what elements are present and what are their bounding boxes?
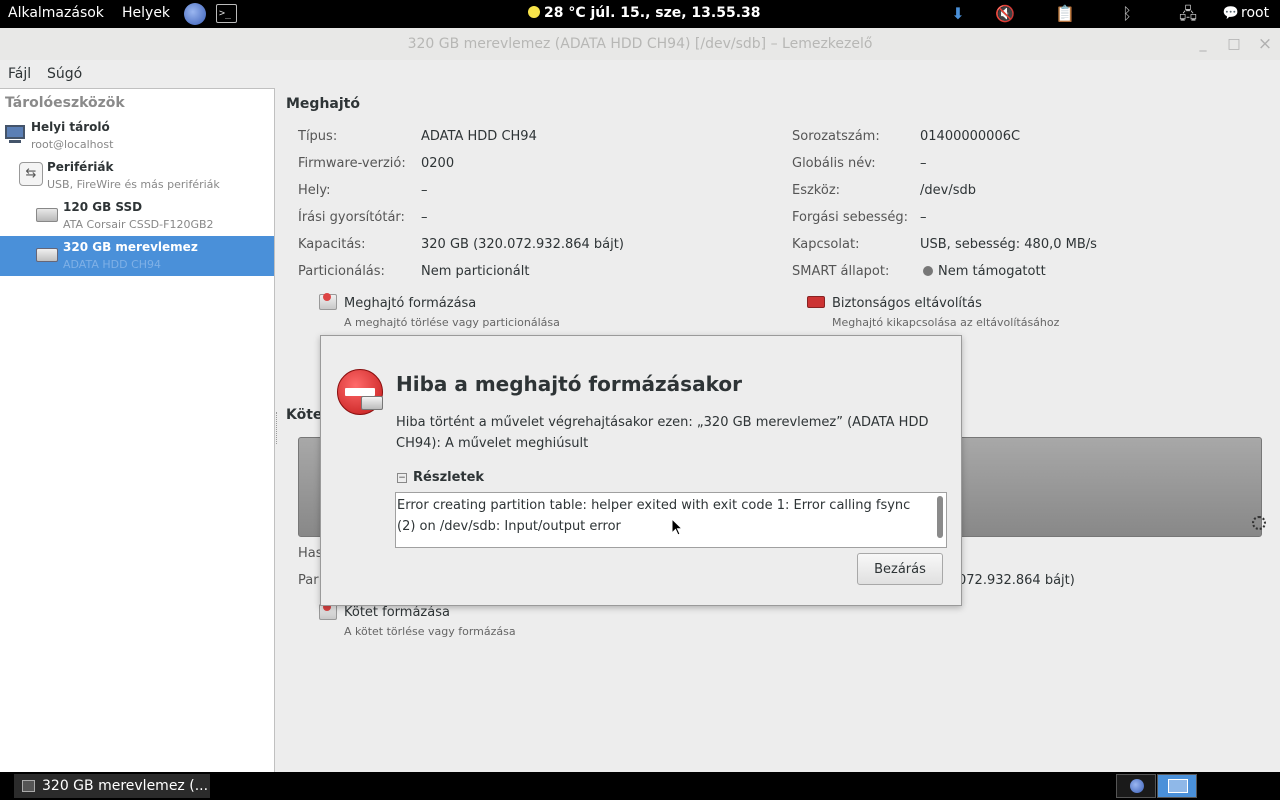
capacity-label: Kapacitás: <box>298 237 366 252</box>
sidebar-item-label: 320 GB merevlemez <box>63 240 198 254</box>
drive-section-title: Meghajtó <box>286 96 360 112</box>
sidebar-title: Tárolóeszközök <box>5 95 125 111</box>
rotation-label: Forgási sebesség: <box>792 210 909 225</box>
mouse-pointer-icon <box>671 518 683 536</box>
weather-sun-icon <box>528 6 540 18</box>
sidebar-item-label: Helyi tároló <box>31 120 110 134</box>
wwn-value: – <box>920 156 927 171</box>
clipboard-icon[interactable]: 📋 <box>1054 3 1076 25</box>
window-titlebar[interactable]: 320 GB merevlemez (ADATA HDD CH94) [/dev… <box>0 28 1280 60</box>
menu-file[interactable]: Fájl <box>8 66 31 82</box>
sidebar: Tárolóeszközök Helyi tároló root@localho… <box>0 88 275 772</box>
sidebar-item-label: 120 GB SSD <box>63 200 143 214</box>
window-title: 320 GB merevlemez (ADATA HDD CH94) [/dev… <box>407 36 873 52</box>
disk-icon <box>36 208 58 222</box>
sidebar-item-sub: root@localhost <box>31 138 114 151</box>
capacity-value: 320 GB (320.072.932.864 bájt) <box>421 237 624 252</box>
taskbar-window-button[interactable]: 320 GB merevlemez (... <box>14 774 210 798</box>
volumes-section-title: Köte <box>286 407 323 423</box>
network-icon[interactable]: 🖧 <box>1177 3 1199 25</box>
disks-app-icon <box>22 780 35 792</box>
sidebar-item-peripherals[interactable]: ⇆ Perifériák USB, FireWire és más perifé… <box>0 157 274 197</box>
taskbar: 320 GB merevlemez (... <box>0 772 1280 800</box>
sidebar-item-ssd[interactable]: 120 GB SSD ATA Corsair CSSD-F120GB2 <box>0 197 274 237</box>
terminal-launcher-icon[interactable]: >_ <box>216 4 237 23</box>
connection-value: USB, sebesség: 480,0 MB/s <box>920 237 1097 252</box>
bluetooth-icon[interactable]: ᛒ <box>1116 3 1138 25</box>
wwn-label: Globális név: <box>792 156 876 171</box>
type-label: Típus: <box>298 129 338 144</box>
safe-remove-desc: Meghajtó kikapcsolása az eltávolításához <box>832 316 1060 329</box>
clock-text: 28 °C júl. 15., sze, 13.55.38 <box>544 5 761 21</box>
volume-usage-label: Has <box>298 546 323 561</box>
serial-label: Sorozatszám: <box>792 129 880 144</box>
close-button[interactable]: Bezárás <box>857 553 943 585</box>
type-value: ADATA HDD CH94 <box>421 129 537 144</box>
computer-stand <box>9 140 21 143</box>
safe-remove-button[interactable]: Biztonságos eltávolítás <box>832 296 982 311</box>
window-mini-icon <box>1168 779 1188 793</box>
format-disk-badge <box>323 293 331 301</box>
smart-label: SMART állapot: <box>792 264 890 279</box>
details-expander-label[interactable]: Részletek <box>413 470 484 485</box>
format-volume-button[interactable]: Kötet formázása <box>344 605 450 620</box>
connection-label: Kapcsolat: <box>792 237 860 252</box>
details-toggle-icon[interactable]: − <box>397 473 407 483</box>
smart-status-dot-icon <box>923 266 933 276</box>
error-disk-badge <box>361 396 383 410</box>
format-drive-button[interactable]: Meghajtó formázása <box>344 296 476 311</box>
close-window-button[interactable]: × <box>1254 28 1276 60</box>
workspace-1[interactable] <box>1116 774 1156 798</box>
volume-capacity-value: 072.932.864 bájt) <box>958 573 1075 588</box>
volume-muted-icon[interactable]: 🔇 <box>994 3 1016 25</box>
write-cache-value: – <box>421 210 428 225</box>
workspace-2[interactable] <box>1157 774 1197 798</box>
serial-value: 01400000006C <box>920 129 1021 144</box>
format-drive-desc: A meghajtó törlése vagy particionálása <box>344 316 560 329</box>
maximize-button[interactable]: □ <box>1223 28 1245 60</box>
volume-busy-spinner-icon <box>1252 516 1266 530</box>
location-label: Hely: <box>298 183 331 198</box>
sidebar-item-label: Perifériák <box>47 160 114 174</box>
location-value: – <box>421 183 428 198</box>
format-volume-desc: A kötet törlése vagy formázása <box>344 625 516 638</box>
computer-icon <box>5 125 25 139</box>
taskbar-window-label: 320 GB merevlemez (... <box>42 778 209 794</box>
rotation-value: – <box>920 210 927 225</box>
details-scrollbar[interactable] <box>937 496 943 538</box>
details-text: Error creating partition table: helper e… <box>397 498 911 534</box>
safe-remove-icon <box>807 296 825 308</box>
menubar: Fájl Súgó <box>0 60 1280 88</box>
top-panel: Alkalmazások Helyek >_ 28 °C júl. 15., s… <box>0 0 1280 28</box>
volume-partition-label: Par <box>298 573 319 588</box>
user-menu[interactable]: root <box>1241 5 1269 21</box>
applications-menu[interactable]: Alkalmazások <box>8 5 104 21</box>
error-dialog: Hiba a meghajtó formázásakor Hiba történ… <box>320 335 962 606</box>
sidebar-item-320gb-hdd[interactable]: 320 GB merevlemez ADATA HDD CH94 <box>0 236 274 276</box>
download-icon[interactable]: ⬇ <box>947 3 969 25</box>
sidebar-item-sub: ADATA HDD CH94 <box>63 258 162 271</box>
usb-icon: ⇆ <box>19 162 43 186</box>
chat-icon[interactable]: 💬 <box>1220 3 1242 25</box>
device-label: Eszköz: <box>792 183 841 198</box>
device-value: /dev/sdb <box>920 183 976 198</box>
sidebar-item-local-storage[interactable]: Helyi tároló root@localhost <box>0 117 274 157</box>
sidebar-item-sub: USB, FireWire és más perifériák <box>47 178 220 191</box>
firmware-label: Firmware-verzió: <box>298 156 406 171</box>
browser-launcher-icon[interactable] <box>184 3 206 25</box>
minimize-button[interactable]: _ <box>1192 28 1214 60</box>
menu-help[interactable]: Súgó <box>47 66 82 82</box>
dialog-message: Hiba történt a művelet végrehajtásakor e… <box>396 415 929 451</box>
partitioning-label: Particionálás: <box>298 264 385 279</box>
sidebar-item-sub: ATA Corsair CSSD-F120GB2 <box>63 218 214 231</box>
dialog-title: Hiba a meghajtó formázásakor <box>396 372 742 396</box>
smart-value: Nem támogatott <box>938 264 1046 279</box>
browser-mini-icon <box>1130 779 1144 793</box>
clock[interactable]: 28 °C júl. 15., sze, 13.55.38 <box>528 5 761 21</box>
partitioning-value: Nem particionált <box>421 264 530 279</box>
disk-icon <box>36 248 58 262</box>
places-menu[interactable]: Helyek <box>122 5 170 21</box>
firmware-value: 0200 <box>421 156 455 171</box>
write-cache-label: Írási gyorsítótár: <box>298 210 405 225</box>
